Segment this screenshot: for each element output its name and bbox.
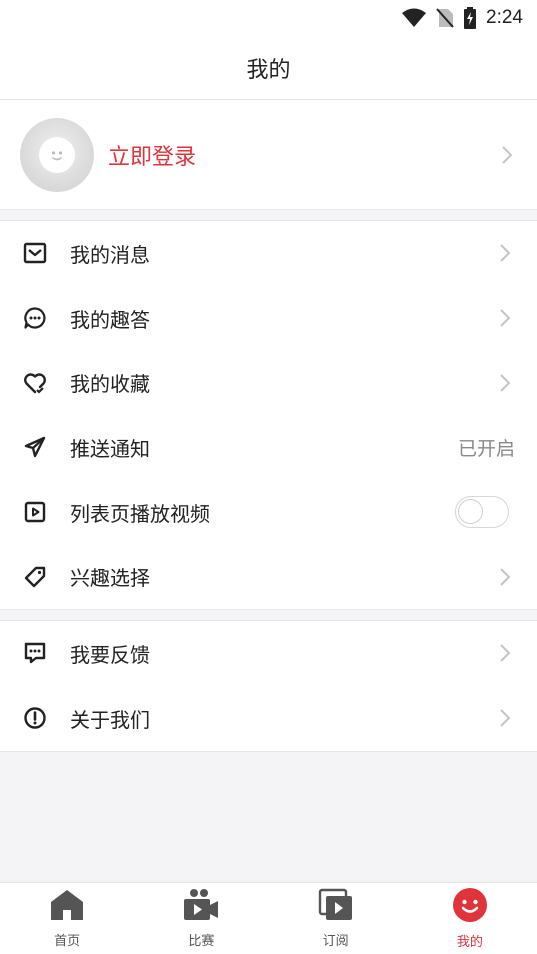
chevron-right-icon: [495, 243, 515, 263]
push-status-value: 已开启: [457, 437, 515, 460]
tab-label: 订阅: [322, 934, 349, 949]
no-sim-icon: [436, 8, 454, 28]
feedback-icon: [22, 640, 48, 666]
menu-item-favorites[interactable]: 我的收藏: [0, 350, 537, 415]
login-row[interactable]: 立即登录: [0, 100, 537, 210]
video-play-icon: [22, 499, 48, 525]
menu-item-interests[interactable]: 兴趣选择: [0, 544, 537, 609]
tab-label: 我的: [456, 935, 483, 950]
status-bar: 2:24: [0, 0, 537, 36]
tab-home[interactable]: 首页: [0, 883, 134, 954]
tab-subscribe[interactable]: 订阅: [269, 883, 403, 954]
menu-item-feedback[interactable]: 我要反馈: [0, 621, 537, 686]
page-header: 我的: [0, 36, 537, 100]
send-icon: [22, 434, 48, 460]
menu-item-messages[interactable]: 我的消息: [0, 221, 537, 286]
menu-item-label: 我的消息: [70, 242, 150, 267]
menu-item-push-notifications[interactable]: 推送通知 已开启: [0, 415, 537, 480]
video-camera-icon: [182, 888, 220, 926]
menu-item-answers[interactable]: 我的趣答: [0, 286, 537, 351]
menu-item-label: 兴趣选择: [70, 566, 150, 591]
menu-item-about[interactable]: 关于我们: [0, 686, 537, 751]
menu-group-main: 我的消息 我的趣答 我的收藏 推送通知 已开启 列表页播放视频 兴趣选择: [0, 220, 537, 611]
chevron-right-icon: [497, 145, 517, 165]
mail-icon: [22, 240, 48, 266]
menu-item-label: 我要反馈: [70, 642, 150, 667]
menu-item-label: 关于我们: [70, 707, 150, 732]
chevron-right-icon: [495, 708, 515, 728]
login-link[interactable]: 立即登录: [108, 139, 497, 171]
menu-group-support: 我要反馈 关于我们: [0, 620, 537, 752]
chevron-right-icon: [495, 643, 515, 663]
page-title: 我的: [246, 57, 291, 83]
menu-item-label: 我的趣答: [70, 307, 150, 332]
autoplay-toggle[interactable]: [455, 496, 509, 529]
avatar[interactable]: [20, 117, 94, 192]
tab-label: 比赛: [188, 934, 215, 949]
tab-matches[interactable]: 比赛: [134, 883, 268, 954]
home-icon: [49, 888, 85, 926]
menu-item-label: 推送通知: [70, 436, 150, 461]
chat-dots-icon: [22, 305, 48, 331]
smiley-avatar-icon: [39, 136, 75, 173]
chevron-right-icon: [495, 308, 515, 328]
status-time: 2:24: [486, 7, 523, 28]
subscribe-icon: [318, 888, 354, 926]
menu-item-label: 列表页播放视频: [70, 501, 210, 526]
toggle-knob: [458, 499, 483, 525]
smiley-icon: [452, 887, 488, 927]
tab-label: 首页: [54, 934, 81, 949]
menu-item-autoplay-video[interactable]: 列表页播放视频: [0, 480, 537, 545]
wifi-icon: [402, 8, 427, 28]
battery-charging-icon: [464, 7, 477, 29]
tag-icon: [22, 564, 48, 590]
menu-item-label: 我的收藏: [70, 372, 150, 397]
chevron-right-icon: [495, 567, 515, 587]
info-icon: [22, 705, 48, 731]
heart-icon: [22, 370, 48, 396]
chevron-right-icon: [495, 373, 515, 393]
bottom-tab-bar: 首页 比赛 订阅 我的: [0, 882, 537, 954]
tab-mine[interactable]: 我的: [403, 883, 537, 954]
